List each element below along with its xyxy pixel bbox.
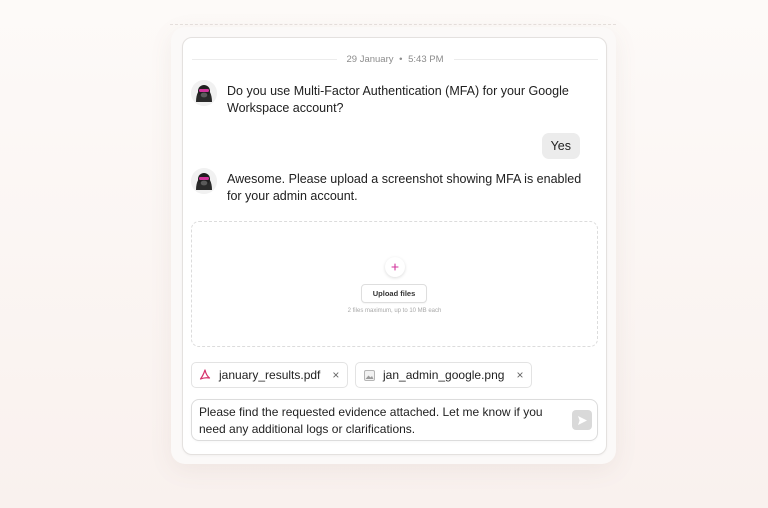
message-input[interactable]: Please find the requested evidence attac… [199, 404, 559, 437]
send-icon [577, 415, 587, 425]
chat-panel: 29 January • 5:43 PM Do you use Multi-Fa… [182, 37, 607, 455]
divider-line-right [453, 58, 599, 60]
gorilla-avatar-icon [191, 168, 217, 194]
gorilla-avatar-icon [191, 80, 217, 106]
bot-message: Do you use Multi-Factor Authentication (… [191, 80, 597, 117]
bot-message-text: Do you use Multi-Factor Authentication (… [227, 84, 569, 115]
upload-plus-icon [385, 257, 405, 277]
remove-attachment-icon[interactable]: × [332, 368, 339, 382]
divider-line-left [192, 58, 337, 60]
bot-message-text: Awesome. Please upload a screenshot show… [227, 172, 582, 203]
timestamp-date: 29 January [346, 53, 394, 65]
timestamp-divider: 29 January • 5:43 PM [192, 51, 599, 67]
attachment-name: jan_admin_google.png [383, 368, 505, 382]
attachment-chip: jan_admin_google.png × [355, 362, 533, 388]
attachment-name: january_results.pdf [219, 368, 321, 382]
send-button[interactable] [572, 410, 592, 430]
pdf-icon [198, 368, 212, 382]
timestamp-separator: • [399, 53, 403, 65]
bot-message: Awesome. Please upload a screenshot show… [191, 168, 597, 205]
conversation-timestamp: 29 January • 5:43 PM [337, 54, 454, 65]
timestamp-time: 5:43 PM [408, 53, 444, 65]
user-message-bubble: Yes [541, 133, 580, 159]
image-icon [362, 368, 376, 382]
message-composer[interactable]: Please find the requested evidence attac… [191, 399, 598, 441]
upload-limit-hint: 2 files maximum, up to 10 MB each [347, 308, 442, 314]
background-divider [170, 24, 616, 25]
attachment-chip: january_results.pdf × [191, 362, 349, 388]
file-dropzone[interactable]: Upload files 2 files maximum, up to 10 M… [191, 221, 598, 347]
upload-files-button[interactable]: Upload files [361, 284, 427, 303]
remove-attachment-icon[interactable]: × [516, 368, 523, 382]
